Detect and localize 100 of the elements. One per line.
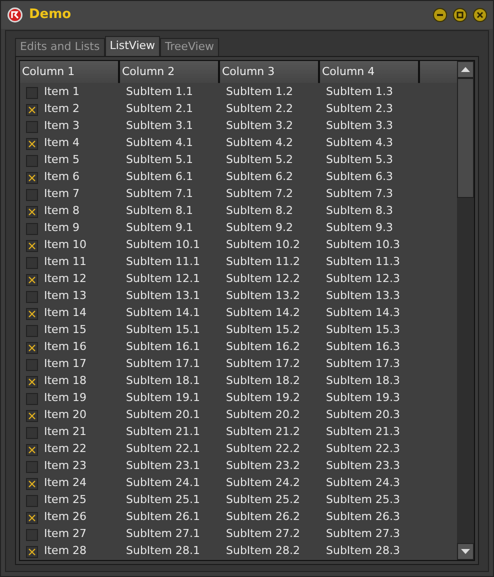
- checkbox[interactable]: [26, 528, 38, 540]
- checkbox[interactable]: [26, 342, 38, 354]
- table-cell: SubItem 12.2: [226, 272, 300, 286]
- table-cell: SubItem 26.2: [226, 510, 300, 524]
- checkbox[interactable]: [26, 478, 38, 490]
- table-cell-text: Item 7: [44, 186, 80, 202]
- table-cell: SubItem 9.1: [126, 221, 193, 234]
- table-cell: SubItem 9.3: [326, 221, 393, 234]
- table-cell: SubItem 3.1: [126, 119, 193, 132]
- table-cell: SubItem 4.1: [126, 136, 193, 150]
- checkbox[interactable]: [26, 188, 38, 200]
- table-cell: SubItem 16.1: [126, 340, 200, 354]
- table-cell: SubItem 15.3: [326, 323, 400, 336]
- down-triangle-icon: [461, 549, 470, 554]
- checkbox[interactable]: [26, 512, 38, 524]
- table-cell-text: Item 22: [44, 441, 87, 458]
- checkbox[interactable]: [26, 86, 38, 98]
- table-cell-text: Item 10: [44, 237, 87, 254]
- table-cell: SubItem 13.1: [126, 289, 200, 302]
- column-header[interactable]: Column 1: [20, 61, 120, 83]
- checkbox[interactable]: [26, 256, 38, 268]
- table-cell: SubItem 3.2: [226, 119, 293, 132]
- table-cell: SubItem 4.3: [326, 136, 393, 150]
- minimize-button[interactable]: [433, 8, 447, 22]
- checkbox[interactable]: [26, 222, 38, 234]
- checkbox[interactable]: [26, 120, 38, 132]
- table-cell: SubItem 13.3: [326, 289, 400, 302]
- check-cross-icon: [27, 206, 37, 216]
- scroll-thumb[interactable]: [457, 78, 474, 198]
- table-cell: SubItem 14.1: [126, 306, 200, 320]
- check-cross-icon: [27, 410, 37, 420]
- checkbox[interactable]: [26, 494, 38, 506]
- column-header[interactable]: Column 3: [220, 61, 320, 83]
- checkbox[interactable]: [26, 290, 38, 302]
- table-cell: SubItem 20.2: [226, 408, 300, 422]
- table-cell: SubItem 11.2: [226, 255, 300, 268]
- checkbox[interactable]: [26, 324, 38, 336]
- table-cell: SubItem 12.1: [126, 272, 200, 286]
- table-cell: SubItem 7.2: [226, 187, 293, 200]
- close-icon: [476, 11, 484, 19]
- table-cell: SubItem 25.1: [126, 493, 200, 506]
- checkbox[interactable]: [26, 358, 38, 370]
- checkbox[interactable]: [26, 410, 38, 422]
- table-cell: SubItem 20.3: [326, 408, 400, 422]
- checkbox[interactable]: [26, 308, 38, 320]
- checkbox[interactable]: [26, 546, 38, 558]
- table-cell: SubItem 21.3: [326, 425, 400, 438]
- checkbox[interactable]: [26, 240, 38, 252]
- column-header[interactable]: Column 2: [120, 61, 220, 83]
- tab[interactable]: Edits and Lists: [15, 38, 105, 56]
- tab[interactable]: ListView: [104, 36, 160, 56]
- table-cell: SubItem 9.2: [226, 221, 293, 234]
- table-cell: SubItem 14.2: [226, 306, 300, 320]
- table-cell-text: Item 28: [44, 543, 87, 560]
- scroll-down-button[interactable]: [457, 543, 474, 560]
- check-cross-icon: [27, 138, 37, 148]
- table-cell: SubItem 18.3: [326, 374, 400, 388]
- table-cell: SubItem 11.3: [326, 255, 400, 268]
- checkbox[interactable]: [26, 154, 38, 166]
- check-cross-icon: [27, 478, 37, 488]
- maximize-button[interactable]: [453, 8, 467, 22]
- table-cell: SubItem 18.2: [226, 374, 300, 388]
- tab[interactable]: TreeView: [160, 38, 220, 56]
- check-cross-icon: [27, 104, 37, 114]
- checkbox[interactable]: [26, 274, 38, 286]
- table-cell: SubItem 21.1: [126, 425, 200, 438]
- scrollbar[interactable]: [457, 61, 474, 560]
- table-cell: SubItem 21.2: [226, 425, 300, 438]
- table-cell: SubItem 26.3: [326, 510, 400, 524]
- table-cell-text: Item 13: [44, 288, 87, 304]
- table-cell: SubItem 23.2: [226, 459, 300, 472]
- check-cross-icon: [27, 376, 37, 386]
- check-cross-icon: [27, 546, 37, 556]
- table-cell: SubItem 8.3: [326, 204, 393, 218]
- table-cell: SubItem 17.2: [226, 357, 300, 370]
- checkbox[interactable]: [26, 138, 38, 150]
- column-header[interactable]: Column 4: [320, 61, 420, 83]
- table-cell: SubItem 28.2: [226, 544, 300, 558]
- table-cell: SubItem 27.3: [326, 527, 400, 540]
- scroll-up-button[interactable]: [457, 61, 474, 78]
- checkbox[interactable]: [26, 206, 38, 218]
- checkbox[interactable]: [26, 376, 38, 388]
- close-button[interactable]: [473, 8, 487, 22]
- checkbox[interactable]: [26, 460, 38, 472]
- table-cell: SubItem 24.2: [226, 476, 300, 490]
- table-cell-text: Item 4: [44, 135, 80, 152]
- checkbox[interactable]: [26, 392, 38, 404]
- table-cell: SubItem 27.1: [126, 527, 200, 540]
- checkbox[interactable]: [26, 444, 38, 456]
- table-cell: SubItem 16.2: [226, 340, 300, 354]
- checkbox[interactable]: [26, 426, 38, 438]
- table-cell: SubItem 6.1: [126, 170, 193, 184]
- check-cross-icon: [27, 274, 37, 284]
- table-cell: SubItem 19.1: [126, 391, 200, 404]
- checkbox[interactable]: [26, 172, 38, 184]
- table-cell-text: Item 3: [44, 118, 80, 134]
- table-cell: SubItem 16.3: [326, 340, 400, 354]
- table-cell: SubItem 10.3: [326, 238, 400, 252]
- table-cell: SubItem 7.3: [326, 187, 393, 200]
- checkbox[interactable]: [26, 104, 38, 116]
